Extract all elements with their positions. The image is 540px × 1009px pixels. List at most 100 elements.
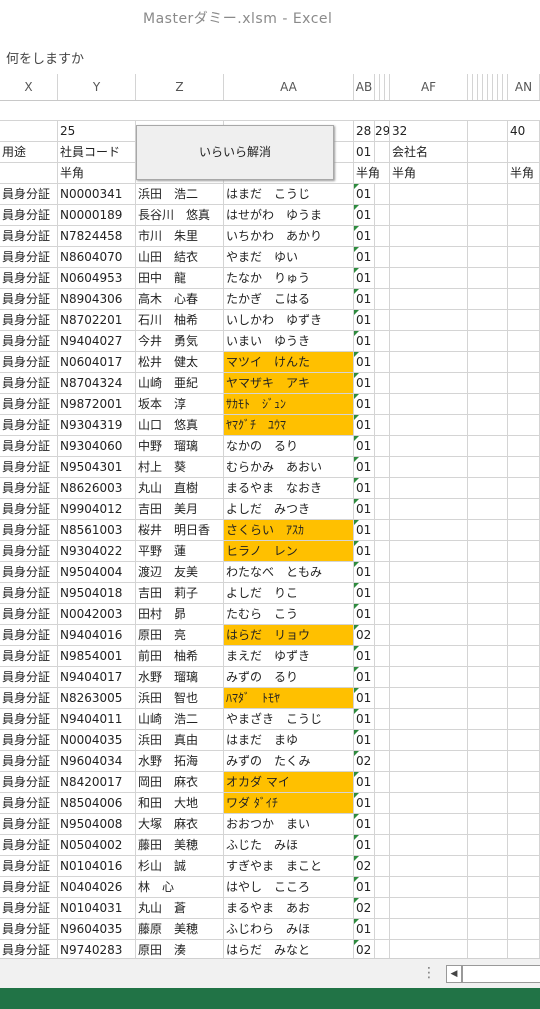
cell-name[interactable]: 田村 昴 (136, 604, 224, 624)
cell-hidden[interactable] (375, 310, 390, 330)
cell-employee-code[interactable]: N9504008 (58, 814, 136, 834)
cell-ab[interactable]: 01 (354, 247, 375, 267)
cell-hidden[interactable] (468, 520, 508, 540)
cell-af[interactable] (390, 415, 468, 435)
cell-hidden[interactable] (375, 415, 390, 435)
cell-employee-code[interactable]: N0104031 (58, 898, 136, 918)
cell-hidden[interactable] (375, 898, 390, 918)
cell-hidden[interactable] (375, 730, 390, 750)
cell-ab[interactable]: 02 (354, 856, 375, 876)
cell-employee-code[interactable]: N8626003 (58, 478, 136, 498)
cell-use[interactable]: 員身分証 (0, 940, 58, 960)
cell-ab[interactable]: 半角 (354, 163, 390, 183)
cell-an[interactable] (508, 625, 540, 645)
cell-ab[interactable]: 01 (354, 604, 375, 624)
column-header-x[interactable]: X (0, 74, 58, 100)
cell-ab[interactable]: 01 (354, 205, 375, 225)
cell-an[interactable] (508, 520, 540, 540)
cell-name[interactable]: 高木 心春 (136, 289, 224, 309)
cell-hidden[interactable] (468, 457, 508, 477)
cell-ab[interactable]: 01 (354, 184, 375, 204)
cell-ab[interactable]: 01 (354, 919, 375, 939)
cell-af[interactable] (390, 268, 468, 288)
cell-kana[interactable]: ﾔﾏｸﾞﾁ ﾕｳﾏ (224, 415, 354, 435)
cell-employee-code[interactable]: N8561003 (58, 520, 136, 540)
cell-af[interactable] (390, 226, 468, 246)
cell-af[interactable] (390, 436, 468, 456)
cell-kana[interactable]: はらだ リョウ (224, 625, 354, 645)
cell-hidden[interactable] (375, 940, 390, 960)
cell-ab[interactable]: 01 (354, 667, 375, 687)
cell-name[interactable]: 平野 蓮 (136, 541, 224, 561)
cell-hidden[interactable] (375, 352, 390, 372)
cell-name[interactable]: 藤田 美穂 (136, 835, 224, 855)
cell-ag[interactable] (468, 121, 508, 141)
cell-an[interactable] (508, 289, 540, 309)
cell-employee-code[interactable]: N9404027 (58, 331, 136, 351)
cell-ab[interactable]: 01 (354, 352, 375, 372)
cell-hidden[interactable] (468, 919, 508, 939)
cell-name[interactable]: 藤原 美穂 (136, 919, 224, 939)
cell-use[interactable]: 員身分証 (0, 394, 58, 414)
cell-hidden[interactable] (468, 772, 508, 792)
cell-ab[interactable]: 01 (354, 520, 375, 540)
cell-kana[interactable]: いしかわ ゆずき (224, 310, 354, 330)
cell-use[interactable]: 員身分証 (0, 184, 58, 204)
cell-employee-code[interactable]: N9304022 (58, 541, 136, 561)
cell-an[interactable] (508, 835, 540, 855)
cell-ab[interactable]: 01 (354, 688, 375, 708)
cell-af[interactable] (390, 520, 468, 540)
cell-y[interactable]: 社員コード (58, 142, 136, 162)
cell-an[interactable] (508, 394, 540, 414)
cell-kana[interactable]: よしだ みつき (224, 499, 354, 519)
cell-kana[interactable]: まるやま あお (224, 898, 354, 918)
cell-hidden[interactable] (375, 541, 390, 561)
cell-kana[interactable]: マツイ けんた (224, 352, 354, 372)
cell-kana[interactable]: オカダ マイ (224, 772, 354, 792)
cell-use[interactable]: 員身分証 (0, 226, 58, 246)
cell-ab[interactable]: 01 (354, 562, 375, 582)
cell-name[interactable]: 坂本 淳 (136, 394, 224, 414)
cell-af[interactable] (390, 373, 468, 393)
cell-af[interactable] (390, 541, 468, 561)
cell-hidden[interactable] (375, 478, 390, 498)
cell-hidden[interactable] (468, 310, 508, 330)
cell-name[interactable]: 水野 瑠璃 (136, 667, 224, 687)
cell-use[interactable]: 員身分証 (0, 688, 58, 708)
cell-hidden[interactable] (375, 751, 390, 771)
column-header-aa[interactable]: AA (224, 74, 354, 100)
cell-hidden[interactable] (468, 226, 508, 246)
cell-af[interactable] (390, 709, 468, 729)
cell-name[interactable]: 松井 健太 (136, 352, 224, 372)
cell-employee-code[interactable]: N9504018 (58, 583, 136, 603)
column-header-y[interactable]: Y (58, 74, 136, 100)
cell-af[interactable] (390, 205, 468, 225)
cell-x[interactable]: 用途 (0, 142, 58, 162)
cell-hidden[interactable] (468, 835, 508, 855)
cell-an[interactable] (508, 646, 540, 666)
cell-use[interactable]: 員身分証 (0, 835, 58, 855)
cell-kana[interactable]: ﾊﾏﾀﾞ ﾄﾓﾔ (224, 688, 354, 708)
cell-af[interactable]: 会社名 (390, 142, 468, 162)
cell-af[interactable] (390, 289, 468, 309)
cell-an[interactable] (508, 793, 540, 813)
cell-kana[interactable]: まえだ ゆずき (224, 646, 354, 666)
cell-hidden[interactable] (375, 373, 390, 393)
cell-name[interactable]: 和田 大地 (136, 793, 224, 813)
cell-hidden[interactable] (468, 499, 508, 519)
cell-hidden[interactable] (468, 205, 508, 225)
cell-employee-code[interactable]: N8702201 (58, 310, 136, 330)
cell-hidden[interactable] (375, 814, 390, 834)
cell-name[interactable]: 丸山 直樹 (136, 478, 224, 498)
cell-hidden[interactable] (468, 268, 508, 288)
cell-ag[interactable] (468, 142, 508, 162)
cell-af[interactable]: 32 (390, 121, 468, 141)
cell-an[interactable] (508, 373, 540, 393)
cell-kana[interactable]: さくらい ｱｽｶ (224, 520, 354, 540)
cell-an[interactable] (508, 226, 540, 246)
cell-an[interactable]: 半角 (508, 163, 540, 183)
cell-hidden[interactable] (375, 667, 390, 687)
cell-an[interactable] (508, 205, 540, 225)
cell-employee-code[interactable]: N9904012 (58, 499, 136, 519)
cell-use[interactable]: 員身分証 (0, 751, 58, 771)
